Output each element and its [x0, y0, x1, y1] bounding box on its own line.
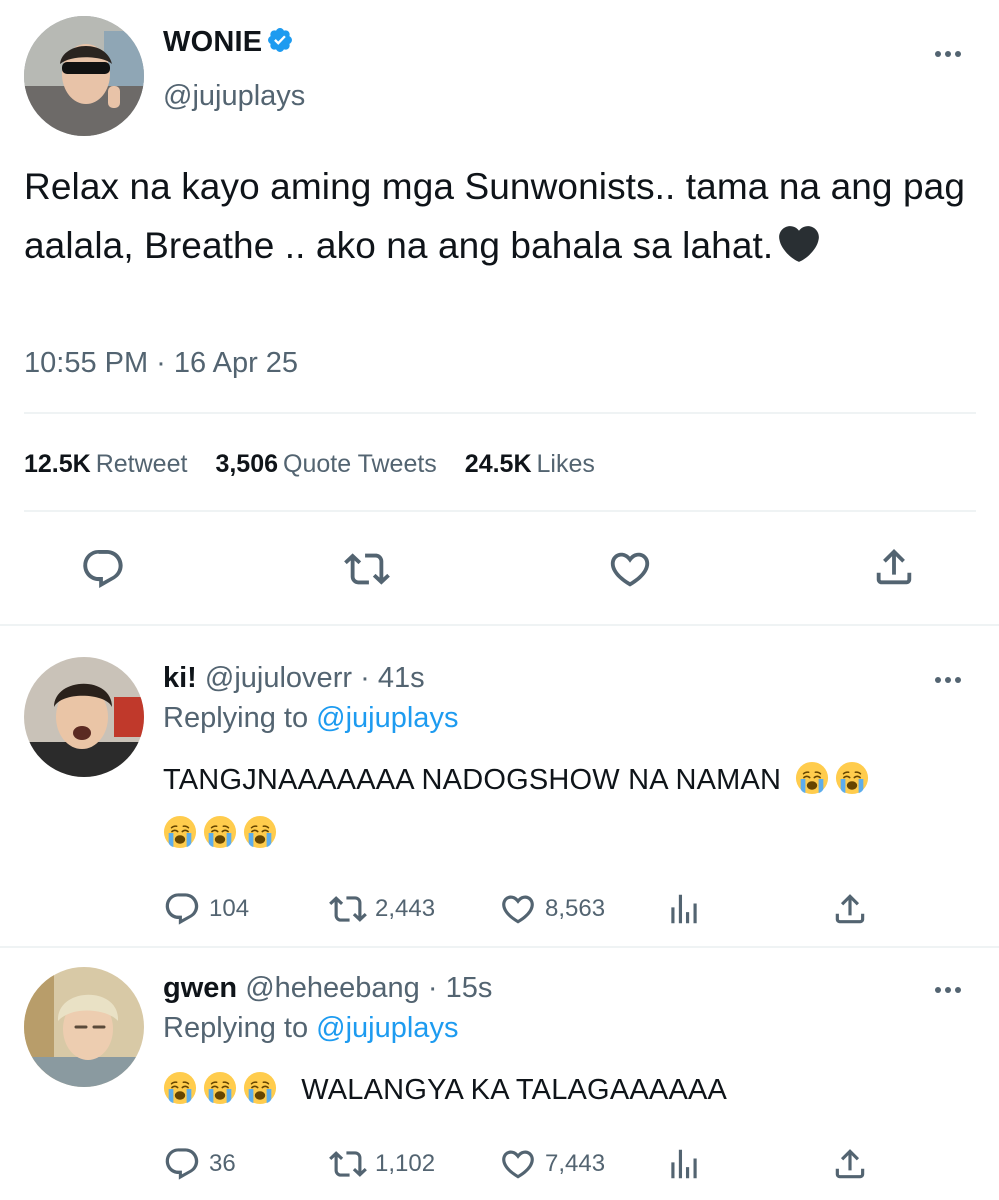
replying-to-label: Replying to — [163, 702, 309, 734]
divider — [0, 946, 999, 948]
share-icon[interactable] — [831, 1145, 869, 1183]
retweet-action[interactable]: 1,102 — [329, 1144, 435, 1184]
reply-action[interactable]: 36 — [163, 1144, 236, 1184]
reply-avatar[interactable] — [24, 657, 144, 777]
crying-face-icon — [203, 815, 237, 849]
like-icon[interactable] — [607, 546, 653, 592]
retweet-icon[interactable] — [344, 546, 390, 592]
author-name-row[interactable]: WONIE — [163, 26, 294, 59]
reply-author-handle[interactable]: @heheebang — [245, 972, 420, 1004]
retweet-count: 1,102 — [375, 1150, 436, 1177]
reply-body: TANGJNAAAAAAA NADOGSHOW NA NAMAN — [163, 764, 782, 796]
reply-author-handle[interactable]: @jujuloverr — [205, 662, 352, 694]
reply-count: 36 — [209, 1150, 236, 1177]
avatar-photo — [24, 967, 144, 1087]
like-count-link[interactable]: 24.5K Likes — [465, 450, 623, 478]
replying-to-handle[interactable]: @jujuplays — [316, 702, 458, 734]
like-action[interactable]: 7,443 — [499, 1144, 605, 1184]
crying-face-icon — [163, 1071, 197, 1105]
reply-icon[interactable] — [80, 546, 126, 592]
reply-time[interactable]: 41s — [378, 662, 425, 694]
quote-count: 3,506 — [215, 450, 278, 478]
crying-face-icon — [795, 761, 829, 795]
reply-icon[interactable] — [163, 890, 201, 928]
reply-avatar[interactable] — [24, 967, 144, 1087]
tweet-timestamp[interactable]: 10:55 PM · 16 Apr 25 — [24, 347, 298, 380]
like-label: Likes — [536, 450, 595, 478]
reply-text-line-1: TANGJNAAAAAAA NADOGSHOW NA NAMAN — [163, 752, 875, 808]
retweet-icon[interactable] — [329, 890, 367, 928]
analytics-action[interactable] — [665, 889, 711, 929]
reply-text-line-2 — [163, 806, 283, 862]
tweet-stats: 12.5K Retweet 3,506 Quote Tweets 24.5K Likes — [24, 450, 623, 479]
replying-to: Replying to @jujuplays — [163, 1012, 458, 1045]
share-action[interactable] — [831, 889, 877, 929]
analytics-icon[interactable] — [665, 1145, 703, 1183]
reply-body: WALANGYA KA TALAGAAAAAA — [301, 1074, 728, 1106]
quote-count-link[interactable]: 3,506 Quote Tweets — [215, 450, 464, 478]
replying-to-label: Replying to — [163, 1012, 309, 1044]
share-action[interactable] — [831, 1144, 877, 1184]
reply-author-name[interactable]: ki! — [163, 662, 197, 694]
separator-dot: · — [360, 662, 370, 694]
author-avatar[interactable] — [24, 16, 144, 136]
analytics-action[interactable] — [665, 1144, 711, 1184]
like-count: 7,443 — [545, 1150, 606, 1177]
reply-author-name[interactable]: gwen — [163, 972, 237, 1004]
reply-text-line-1: WALANGYA KA TALAGAAAAAA — [163, 1062, 727, 1118]
retweet-action[interactable]: 2,443 — [329, 889, 435, 929]
reply-header: ki! @jujuloverr · 41s — [163, 662, 425, 695]
divider — [0, 624, 999, 626]
like-count: 24.5K — [464, 450, 532, 478]
share-icon[interactable] — [831, 890, 869, 928]
crying-face-icon — [835, 761, 869, 795]
retweet-count: 2,443 — [375, 895, 436, 922]
more-options-icon[interactable] — [933, 48, 967, 58]
author-name[interactable]: WONIE — [163, 26, 262, 58]
like-action[interactable]: 8,563 — [499, 889, 605, 929]
like-count: 8,563 — [545, 895, 606, 922]
reply-action[interactable]: 104 — [163, 889, 249, 929]
retweet-icon[interactable] — [329, 1145, 367, 1183]
reply-actions: 36 1,102 7,443 — [163, 1144, 883, 1184]
retweet-count-link[interactable]: 12.5K Retweet — [24, 450, 215, 478]
crying-face-icon — [163, 815, 197, 849]
like-icon[interactable] — [499, 1145, 537, 1183]
retweet-count: 12.5K — [24, 450, 91, 478]
crying-face-icon — [243, 815, 277, 849]
avatar-photo — [24, 657, 144, 777]
retweet-label: Retweet — [95, 450, 188, 478]
share-icon[interactable] — [871, 544, 917, 590]
avatar-photo — [24, 16, 144, 136]
tweet-text: Relax na kayo aming mga Sunwonists.. tam… — [24, 157, 974, 275]
analytics-icon[interactable] — [665, 890, 703, 928]
like-icon[interactable] — [499, 890, 537, 928]
crying-face-icon — [203, 1071, 237, 1105]
more-options-icon[interactable] — [933, 984, 967, 994]
replying-to: Replying to @jujuplays — [163, 702, 458, 735]
divider — [24, 412, 976, 414]
reply-header: gwen @heheebang · 15s — [163, 972, 492, 1005]
reply-icon[interactable] — [163, 1145, 201, 1183]
crying-face-icon — [243, 1071, 277, 1105]
quote-label: Quote Tweets — [283, 450, 437, 478]
separator-dot: · — [427, 972, 438, 1004]
reply-time[interactable]: 15s — [446, 972, 493, 1004]
reply-count: 104 — [209, 895, 250, 922]
more-options-icon[interactable] — [933, 674, 967, 684]
replying-to-handle[interactable]: @jujuplays — [316, 1012, 458, 1044]
author-handle[interactable]: @jujuplays — [163, 80, 305, 113]
verified-badge-icon — [268, 28, 293, 53]
black-heart-icon — [779, 226, 820, 263]
tweet-body: Relax na kayo aming mga Sunwonists.. tam… — [24, 166, 966, 266]
divider — [24, 510, 976, 512]
reply-actions: 104 2,443 8,563 — [163, 889, 883, 929]
